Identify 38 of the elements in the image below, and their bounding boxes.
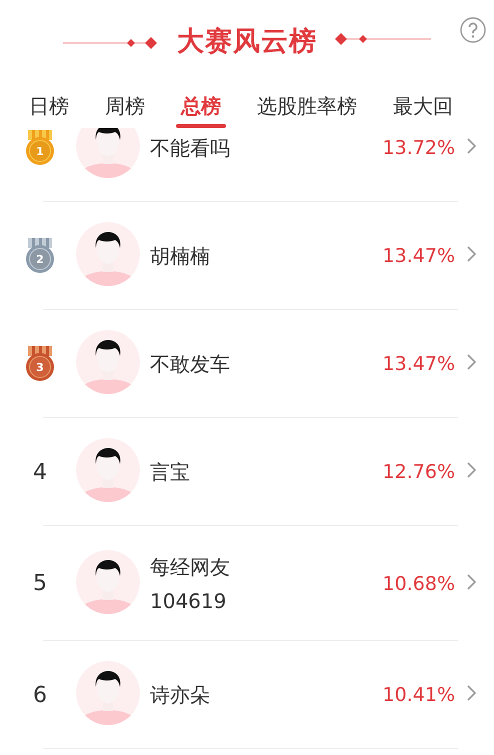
user-name: 言宝 bbox=[150, 458, 191, 486]
tab[interactable]: 日榜 bbox=[24, 82, 74, 128]
chevron-right-icon[interactable] bbox=[467, 246, 476, 262]
user-name: 每经网友 bbox=[150, 554, 231, 581]
rank-number: 4 bbox=[33, 460, 47, 484]
chevron-right-icon[interactable] bbox=[467, 354, 476, 370]
rank-number: 3 bbox=[36, 361, 44, 374]
user-name: 不敢发车 bbox=[150, 350, 231, 378]
return-rate: 13.72% bbox=[382, 137, 455, 159]
chevron-right-icon[interactable] bbox=[467, 574, 476, 590]
chevron-right-icon[interactable] bbox=[467, 685, 476, 701]
return-rate: 13.47% bbox=[382, 245, 455, 267]
rank-number: 2 bbox=[36, 253, 44, 266]
return-rate: 10.41% bbox=[382, 684, 455, 706]
avatar-icon bbox=[76, 128, 140, 178]
return-rate: 13.47% bbox=[382, 353, 455, 375]
rank-number: 1 bbox=[36, 145, 44, 158]
avatar-icon bbox=[76, 550, 140, 614]
tab[interactable]: 选股胜率榜 bbox=[252, 82, 362, 128]
avatar-icon bbox=[76, 222, 140, 286]
return-rate: 12.76% bbox=[382, 461, 455, 483]
user-name: 诗亦朵 bbox=[150, 682, 211, 708]
user-name: 不能看吗 bbox=[150, 134, 231, 162]
avatar-icon bbox=[76, 438, 140, 502]
help-icon[interactable] bbox=[460, 17, 486, 43]
avatar-icon bbox=[76, 330, 140, 394]
rank-number: 6 bbox=[33, 682, 47, 708]
tab[interactable]: 总榜 bbox=[176, 82, 226, 128]
tab[interactable]: 最大回 bbox=[388, 82, 458, 128]
page-title: 大赛风云榜 bbox=[177, 25, 317, 59]
tab[interactable]: 周榜 bbox=[100, 82, 150, 128]
rank-number: 5 bbox=[33, 571, 47, 596]
return-rate: 10.68% bbox=[382, 572, 455, 594]
user-name: 104619 bbox=[150, 589, 228, 613]
chevron-right-icon[interactable] bbox=[467, 462, 476, 478]
avatar-icon bbox=[76, 661, 140, 725]
user-name: 胡楠楠 bbox=[150, 242, 211, 270]
chevron-right-icon[interactable] bbox=[467, 138, 476, 154]
